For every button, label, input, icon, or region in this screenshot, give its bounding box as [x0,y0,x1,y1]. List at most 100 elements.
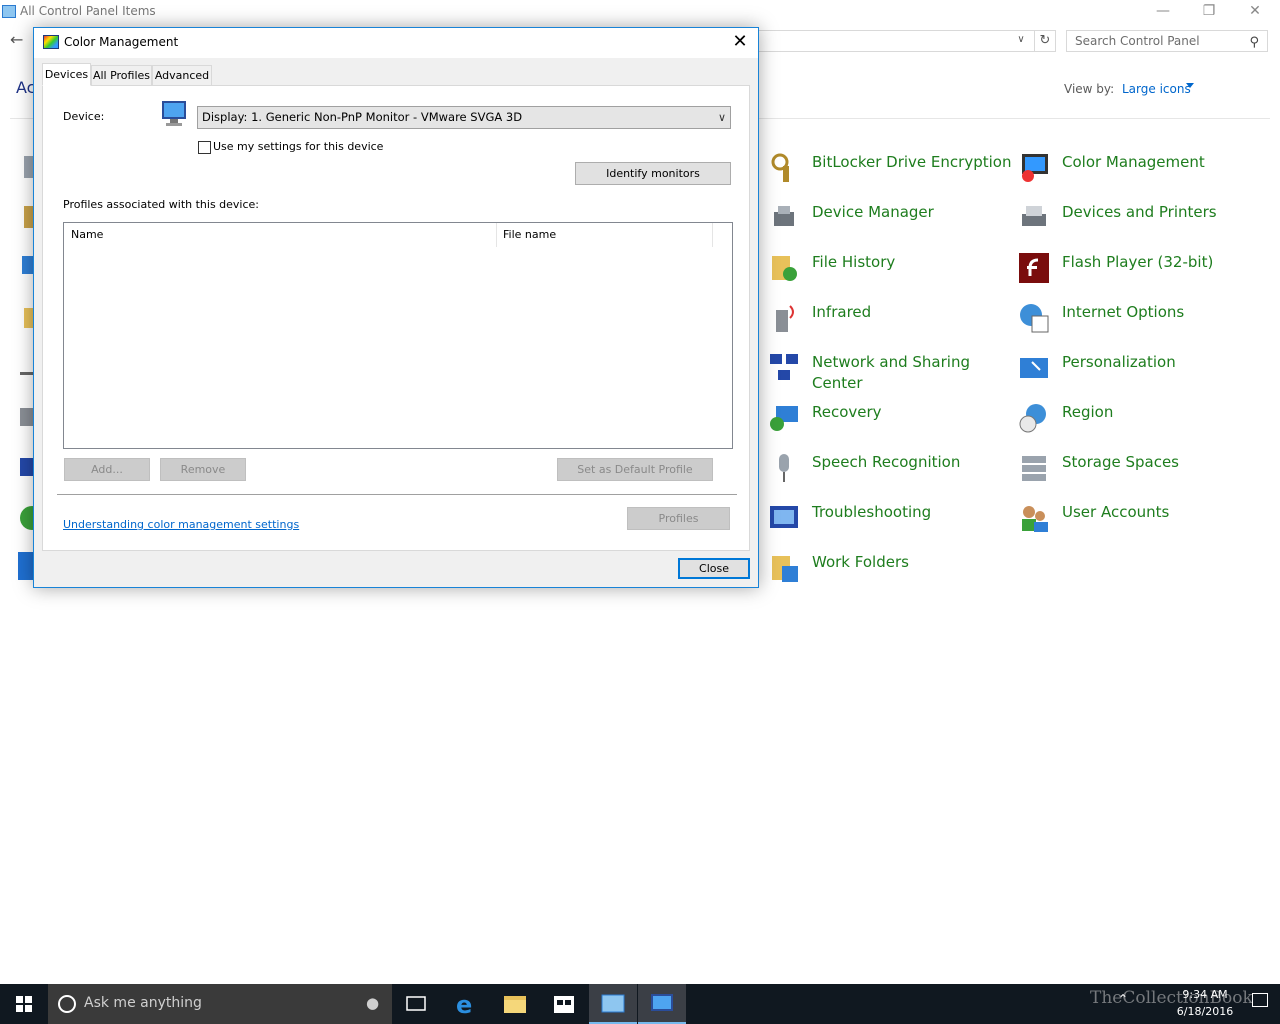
remove-button[interactable]: Remove [160,458,246,481]
close-icon[interactable]: ✕ [730,31,750,53]
device-value: Display: 1. Generic Non-PnP Monitor - VM… [202,110,523,124]
folder-icon [504,996,526,1013]
use-my-settings-checkbox[interactable] [198,141,211,154]
store-taskbar-button[interactable] [540,984,588,1024]
taskbar: Ask me anything ● e TheCollectionBook ⌃ … [0,984,1280,1024]
item-label: Storage Spaces [1062,453,1179,471]
item-label: User Accounts [1062,503,1170,521]
clock-date[interactable]: 6/18/2016 [1170,1005,1240,1018]
item-label: Devices and Printers [1062,203,1217,221]
user-accounts-icon [1022,506,1048,532]
color-management-icon [1022,154,1048,182]
control-panel-taskbar-button[interactable] [589,984,637,1024]
dialog-title: Color Management [64,35,179,49]
search-placeholder: Search Control Panel [1075,34,1200,48]
add-button[interactable]: Add... [64,458,150,481]
bitlocker-icon [771,153,789,182]
window-title: All Control Panel Items [20,4,156,18]
file-explorer-taskbar-button[interactable] [491,984,539,1024]
item-label: Internet Options [1062,303,1185,321]
view-by-dropdown[interactable]: Large icons [1122,82,1191,96]
set-default-profile-button[interactable]: Set as Default Profile [557,458,713,481]
close-button[interactable]: Close [678,558,750,579]
system-tray: TheCollectionBook ⌃ 9:34 AM 6/18/2016 [1020,984,1280,1024]
recovery-icon [770,406,798,431]
color-management-help-link[interactable]: Understanding color management settings [63,518,299,531]
personalization-icon [1020,358,1048,378]
network-sharing-icon [770,354,798,380]
color-management-dialog: Color Management ✕ Devices All Profiles … [33,27,759,588]
maximize-button[interactable]: ❐ [1186,0,1232,24]
view-by-label: View by: [1064,82,1115,96]
devices-printers-icon [1022,206,1046,226]
speech-recognition-icon [779,454,789,482]
item-label: BitLocker Drive Encryption [812,153,1012,171]
column-header-name[interactable]: Name [71,228,103,241]
column-header-file-name[interactable]: File name [503,228,556,241]
store-icon [554,996,574,1013]
task-view-icon [406,996,426,1011]
item-label: Personalization [1062,353,1176,371]
identify-monitors-button[interactable]: Identify monitors [575,162,731,185]
minimize-button[interactable]: — [1140,0,1186,24]
back-arrow-icon[interactable]: ← [10,30,23,49]
divider [57,494,737,495]
chevron-down-icon[interactable]: ∨ [1014,34,1028,45]
start-button[interactable] [0,984,48,1024]
item-label: File History [812,253,896,271]
troubleshooting-icon [770,506,798,528]
refresh-icon[interactable]: ↻ [1034,30,1056,52]
color-management-icon [651,994,673,1011]
clock-time[interactable]: 9:34 AM [1170,988,1240,1001]
control-panel-titlebar: All Control Panel Items — ❐ ✕ [0,0,1280,24]
column-divider [712,223,713,247]
infrared-icon [776,305,794,332]
internet-options-icon [1020,304,1049,333]
item-label: Infrared [812,303,872,321]
work-folders-icon [772,556,798,582]
storage-spaces-icon [1022,456,1046,481]
item-label: Troubleshooting [812,503,932,521]
close-window-button[interactable]: ✕ [1232,0,1278,24]
profiles-list[interactable]: Name File name [63,222,733,449]
use-my-settings-label[interactable]: Use my settings for this device [213,140,383,153]
device-label: Device: [63,110,105,123]
profiles-button[interactable]: Profiles [627,507,730,530]
tab-advanced[interactable]: Advanced [152,65,212,86]
windows-logo-icon [16,996,32,1012]
region-icon [1019,404,1046,433]
control-panel-icon [601,994,625,1013]
search-input[interactable]: Search Control Panel ⚲ [1066,30,1268,52]
taskbar-search-box[interactable]: Ask me anything ● [48,984,392,1024]
task-view-button[interactable] [392,984,440,1024]
flash-player-icon [1019,253,1049,283]
device-manager-icon [774,206,794,226]
taskbar-search-placeholder: Ask me anything [84,995,202,1011]
item-label: Speech Recognition [812,453,961,471]
control-panel-icon [2,5,16,18]
show-hidden-icons-icon[interactable]: ⌃ [1118,992,1128,1006]
item-label: Color Management [1062,153,1205,171]
item-label: Region [1062,403,1114,421]
tab-devices[interactable]: Devices [42,63,91,86]
device-dropdown[interactable]: Display: 1. Generic Non-PnP Monitor - VM… [197,106,731,129]
profiles-label: Profiles associated with this device: [63,198,260,211]
svg-text:e: e [456,991,472,1019]
tab-all-profiles[interactable]: All Profiles [91,65,152,86]
chevron-down-icon: ∨ [717,111,726,124]
file-history-icon [772,256,797,281]
action-center-icon[interactable] [1252,993,1268,1007]
column-divider [496,223,497,247]
monitor-icon [162,101,186,126]
dialog-titlebar: Color Management ✕ [34,28,758,58]
search-icon[interactable]: ⚲ [1249,33,1259,53]
microphone-icon[interactable]: ● [366,994,379,1012]
item-label: Network and Sharing Center [812,353,970,392]
edge-taskbar-button[interactable]: e [442,984,490,1024]
dropdown-arrow-icon[interactable] [1186,83,1194,88]
item-label: Recovery [812,403,882,421]
color-management-taskbar-button[interactable] [638,984,686,1024]
cortana-icon [58,995,76,1013]
devices-tab-panel: Device: Display: 1. Generic Non-PnP Moni… [42,85,750,551]
item-label: Work Folders [812,553,909,571]
